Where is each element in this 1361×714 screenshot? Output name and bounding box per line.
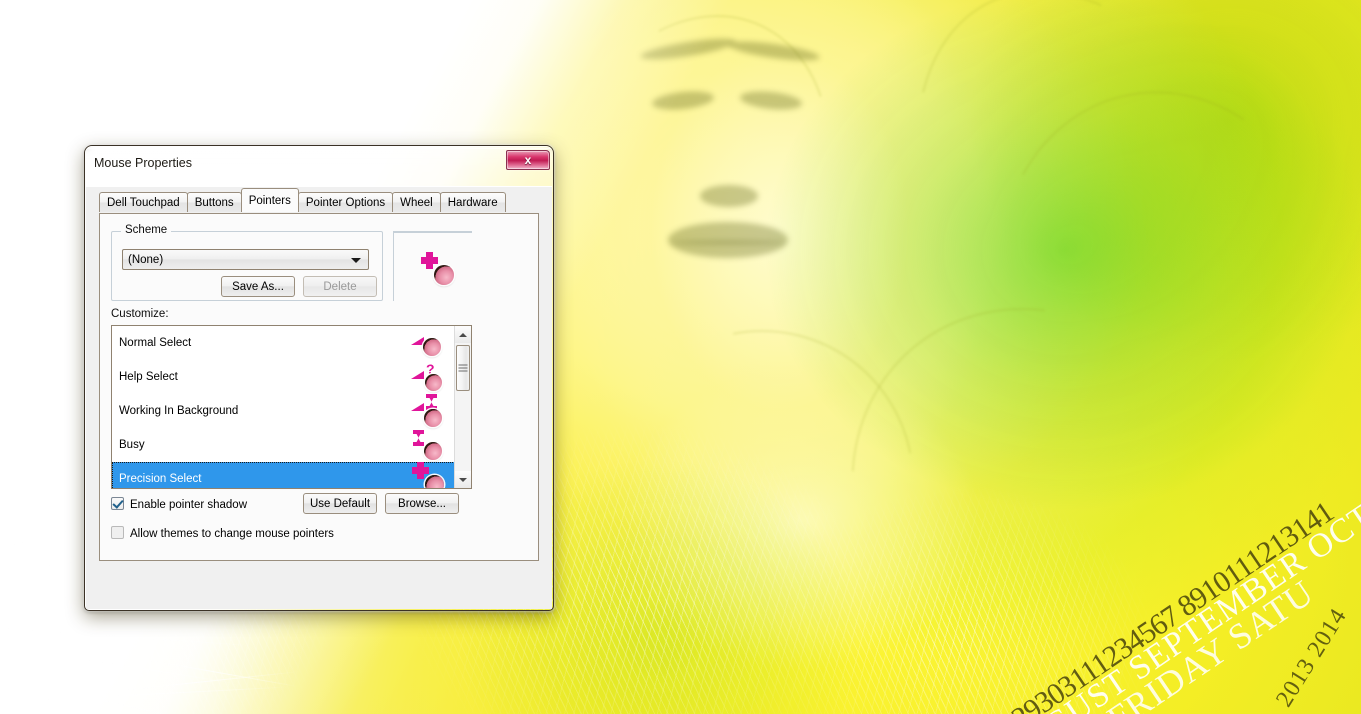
use-default-button[interactable]: Use Default [303, 493, 377, 514]
pointers-tab-page: Scheme (None) Save As... Delete Customiz… [99, 213, 539, 561]
scheme-selected-value: (None) [128, 254, 164, 266]
tab-label: Wheel [400, 197, 433, 209]
allow-themes-label: Allow themes to change mouse pointers [130, 528, 334, 540]
enable-pointer-shadow-label: Enable pointer shadow [130, 499, 247, 511]
precision-cursor-icon [409, 462, 449, 488]
tab-label: Dell Touchpad [107, 197, 180, 209]
cursor-list-scrollbar[interactable] [454, 326, 471, 488]
dialog-client-area: Dell Touchpad Buttons Pointers Pointer O… [86, 186, 552, 609]
tab-label: Pointer Options [305, 197, 386, 209]
list-item-label: Working In Background [119, 405, 239, 417]
tab-wheel[interactable]: Wheel [392, 192, 441, 212]
scheme-dropdown[interactable]: (None) [122, 249, 369, 270]
busy-cursor-icon [409, 428, 449, 462]
scheme-group-legend: Scheme [121, 224, 172, 236]
tab-label: Hardware [447, 197, 498, 209]
allow-themes-row[interactable]: Allow themes to change mouse pointers [111, 526, 334, 540]
browse-button[interactable]: Browse... [385, 493, 459, 514]
window-title: Mouse Properties [94, 156, 192, 170]
allow-themes-checkbox[interactable] [111, 526, 124, 539]
cursor-preview-panel [393, 231, 472, 301]
list-item-label: Help Select [119, 371, 178, 383]
tab-buttons[interactable]: Buttons [186, 192, 242, 212]
list-item-label: Normal Select [119, 337, 192, 349]
chevron-down-icon [351, 258, 361, 263]
close-icon: x [524, 153, 532, 167]
customize-label: Customize: [111, 308, 169, 320]
close-button[interactable]: x [506, 150, 550, 170]
enable-pointer-shadow-row[interactable]: Enable pointer shadow [111, 497, 247, 511]
list-item-help-select[interactable]: Help Select ? [112, 360, 471, 394]
help-cursor-icon: ? [409, 360, 449, 394]
enable-pointer-shadow-checkbox[interactable] [111, 497, 124, 510]
save-as-button[interactable]: Save As... [221, 276, 295, 297]
titlebar-highlight [86, 148, 552, 149]
list-item-normal-select[interactable]: Normal Select [112, 326, 471, 360]
tab-dell-touchpad[interactable]: Dell Touchpad [99, 192, 188, 212]
scheme-group: Scheme (None) Save As... Delete [111, 224, 383, 301]
desktop: 2829303111234567 8910111213141 AUGUST SE… [0, 0, 1361, 714]
arrow-cursor-icon [409, 326, 449, 360]
list-item-precision-select[interactable]: Precision Select [112, 462, 471, 488]
delete-button: Delete [303, 276, 377, 297]
scrollbar-thumb[interactable] [456, 345, 470, 391]
list-item-working-in-background[interactable]: Working In Background [112, 394, 471, 428]
tab-label: Pointers [248, 195, 291, 207]
scroll-down-arrow-icon[interactable] [455, 471, 471, 488]
tab-label: Buttons [194, 197, 234, 209]
working-cursor-icon [409, 394, 449, 428]
tab-pointers[interactable]: Pointers [240, 188, 299, 212]
tab-pointer-options[interactable]: Pointer Options [297, 192, 394, 212]
tab-hardware[interactable]: Hardware [439, 192, 506, 212]
tab-strip: Dell Touchpad Buttons Pointers Pointer O… [99, 188, 539, 214]
list-item-label: Busy [119, 439, 145, 451]
list-item-busy[interactable]: Busy [112, 428, 471, 462]
scroll-up-arrow-icon[interactable] [455, 326, 471, 343]
cursor-list[interactable]: Normal Select Help Select ? Working In B… [111, 325, 472, 489]
list-item-label: Precision Select [119, 473, 202, 485]
mouse-properties-window: Mouse Properties x Dell Touchpad Buttons… [84, 145, 554, 611]
